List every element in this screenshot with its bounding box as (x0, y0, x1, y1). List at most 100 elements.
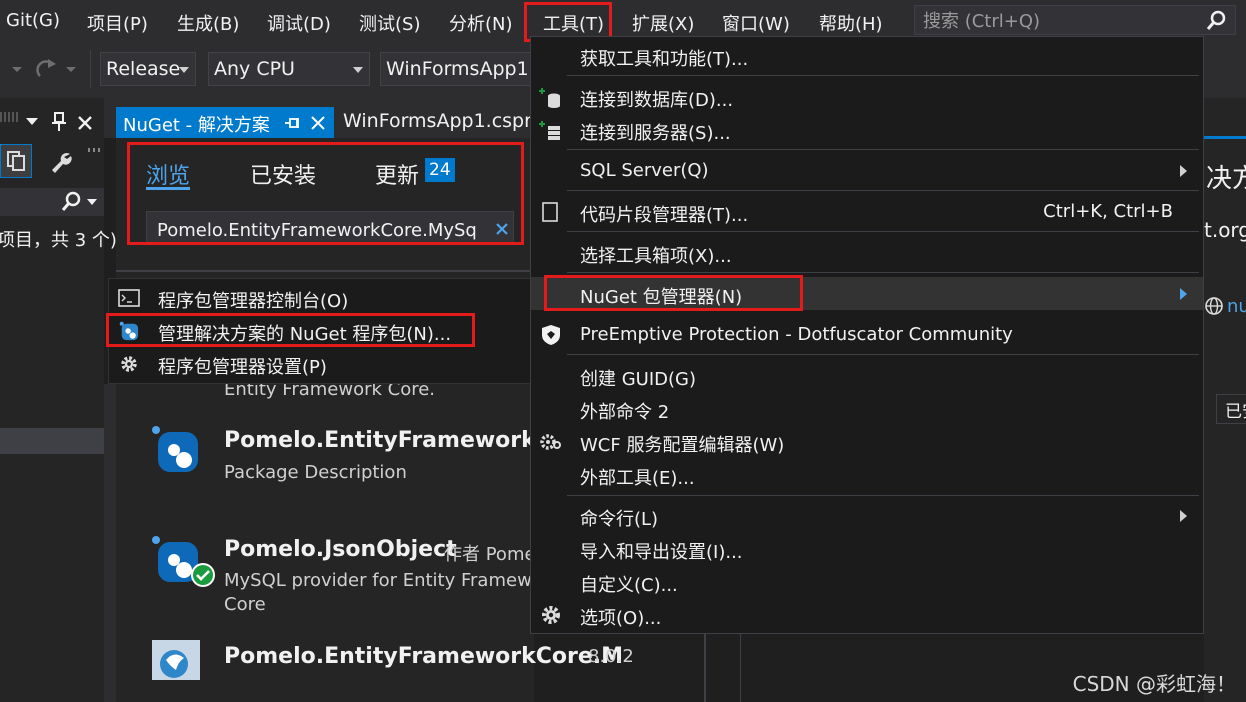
tools-item-label: PreEmptive Protection - Dotfuscator Comm… (580, 324, 1013, 345)
tools-item-choose-toolbox[interactable]: 选择工具箱项(X)... (531, 236, 1203, 269)
search-options-icon[interactable] (86, 198, 98, 206)
tab-installed[interactable]: 已安装 (250, 158, 316, 190)
startup-project-value: WinFormsApp1 (386, 58, 529, 80)
platform-value: Any CPU (214, 58, 295, 80)
tools-item-label: 连接到数据库(D)... (580, 90, 734, 111)
tools-item-label: 外部命令 2 (580, 402, 670, 423)
submenu-item-settings[interactable]: 程序包管理器设置(P) (109, 347, 531, 380)
package-description: MySQL provider for Entity Framewo (224, 570, 543, 591)
tools-item-dotfuscator[interactable]: PreEmptive Protection - Dotfuscator Comm… (531, 318, 1203, 351)
search-input[interactable] (921, 8, 1195, 34)
pin-icon[interactable] (51, 112, 67, 132)
menu-help[interactable]: 帮助(H) (819, 10, 883, 36)
menu-project[interactable]: 项目(P) (87, 10, 148, 36)
tools-item-label: 获取工具和功能(T)... (580, 49, 749, 70)
tab-nuget-label: NuGet - 解决方案 (123, 115, 270, 136)
tools-item-label: 选择工具箱项(X)... (580, 246, 732, 267)
menu-separator (567, 149, 1199, 150)
search-icon[interactable] (60, 191, 82, 213)
nav-dropdown-icon[interactable] (8, 64, 26, 74)
menu-separator (567, 231, 1199, 232)
menu-debug[interactable]: 调试(D) (267, 10, 331, 36)
tools-item-wcf-editor[interactable]: WCF 服务配置编辑器(W) (531, 425, 1203, 458)
redo-dropdown-icon[interactable] (64, 64, 78, 74)
grip-handle[interactable] (0, 112, 20, 122)
console-icon (118, 289, 140, 307)
tab-browse[interactable]: 浏览 (146, 158, 190, 190)
pane-gutter (104, 384, 116, 702)
menu-extensions[interactable]: 扩展(X) (632, 10, 694, 36)
chevron-right-icon (1180, 288, 1187, 300)
tools-item-options[interactable]: 选项(O)... (531, 598, 1203, 631)
tools-item-snippet-manager[interactable]: 代码片段管理器(T)... Ctrl+K, Ctrl+B (531, 195, 1203, 228)
tools-item-create-guid[interactable]: 创建 GUID(G) (531, 359, 1203, 392)
package-description: Package Description (224, 462, 407, 483)
package-title[interactable]: Pomelo.EntityFrameworkCo (224, 428, 567, 453)
tools-item-label: 选项(O)... (580, 608, 662, 629)
close-icon[interactable] (76, 114, 94, 132)
shield-icon (542, 325, 560, 345)
menu-window[interactable]: 窗口(W) (722, 10, 790, 36)
config-value: Release (106, 58, 181, 80)
tools-item-label: 自定义(C)... (580, 575, 678, 596)
tools-item-label: NuGet 包管理器(N) (580, 287, 743, 308)
overflow-icon[interactable] (88, 148, 100, 152)
config-combo[interactable]: Release (100, 52, 196, 86)
menu-analyze[interactable]: 分析(N) (449, 10, 513, 36)
tab-nuget-solution[interactable]: NuGet - 解决方案 (116, 107, 334, 138)
tab-winformsapp1[interactable]: WinFormsApp1.cspro (343, 110, 533, 138)
tools-item-external-command-2[interactable]: 外部命令 2 (531, 392, 1203, 425)
pin-icon[interactable] (284, 116, 300, 130)
tools-item-sql-server[interactable]: SQL Server(Q) (531, 154, 1203, 187)
menu-git[interactable]: Git(G) (6, 10, 60, 31)
solution-explorer-panel: 项目，共 3 个) (0, 98, 117, 702)
tools-item-connect-database[interactable]: 连接到数据库(D)... (531, 80, 1203, 113)
wrench-icon[interactable] (50, 150, 74, 174)
solution-search-box[interactable] (0, 188, 104, 216)
chevron-down-icon (353, 67, 363, 73)
database-connect-icon (539, 88, 560, 108)
package-title[interactable]: Pomelo.EntityFrameworkCore.M (224, 644, 623, 669)
tools-item-get-tools[interactable]: 获取工具和功能(T)... (531, 39, 1203, 72)
nuget-package-icon (152, 426, 198, 472)
startup-project-combo[interactable]: WinFormsApp1 (380, 52, 532, 86)
package-search-input[interactable] (155, 217, 479, 243)
sync-view-button[interactable] (0, 144, 32, 178)
shortcut-text: Ctrl+K, Ctrl+B (1043, 201, 1173, 222)
selected-tree-row[interactable] (0, 428, 104, 454)
tools-item-label: 外部工具(E)... (580, 468, 695, 489)
tools-item-command-line[interactable]: 命令行(L) (531, 499, 1203, 532)
redo-icon[interactable] (34, 56, 58, 80)
menu-test[interactable]: 测试(S) (359, 10, 420, 36)
tools-item-label: WCF 服务配置编辑器(W) (580, 435, 785, 456)
pane-splitter[interactable] (704, 634, 706, 702)
menu-separator (567, 272, 1199, 273)
clear-search-icon[interactable] (495, 222, 509, 236)
browse-tab-underline (146, 187, 190, 190)
menu-tools[interactable]: 工具(T) (543, 10, 604, 36)
installed-column-header[interactable]: 已安 (1216, 394, 1246, 424)
menu-build[interactable]: 生成(B) (177, 10, 239, 36)
tools-item-label: 代码片段管理器(T)... (580, 205, 749, 226)
tab-winforms-label: WinFormsApp1.cspro (343, 110, 533, 132)
close-icon[interactable] (310, 115, 326, 131)
chevron-right-icon (1180, 510, 1187, 522)
tools-item-customize[interactable]: 自定义(C)... (531, 565, 1203, 598)
tab-updates[interactable]: 更新 (375, 158, 419, 190)
search-icon[interactable] (1205, 10, 1227, 32)
submenu-label: 程序包管理器设置(P) (158, 357, 327, 378)
tools-item-connect-server[interactable]: 连接到服务器(S)... (531, 113, 1203, 146)
menu-separator (567, 354, 1199, 355)
submenu-item-manage-solution-packages[interactable]: 管理解决方案的 NuGet 程序包(N)... (109, 314, 531, 347)
tools-item-import-export[interactable]: 导入和导出设置(I)... (531, 532, 1203, 565)
server-connect-icon (539, 121, 560, 140)
solution-status-text: 项目，共 3 个) (0, 230, 117, 251)
project-url-link[interactable]: nu (1227, 296, 1246, 317)
tools-item-external-tools[interactable]: 外部工具(E)... (531, 458, 1203, 491)
platform-combo[interactable]: Any CPU (208, 52, 370, 86)
package-title[interactable]: Pomelo.JsonObject (224, 537, 457, 562)
panel-dropdown-icon[interactable] (25, 116, 39, 126)
search-box (914, 5, 1236, 35)
submenu-item-console[interactable]: 程序包管理器控制台(O) (109, 281, 531, 314)
tools-item-nuget-manager[interactable]: NuGet 包管理器(N) (531, 277, 1203, 310)
